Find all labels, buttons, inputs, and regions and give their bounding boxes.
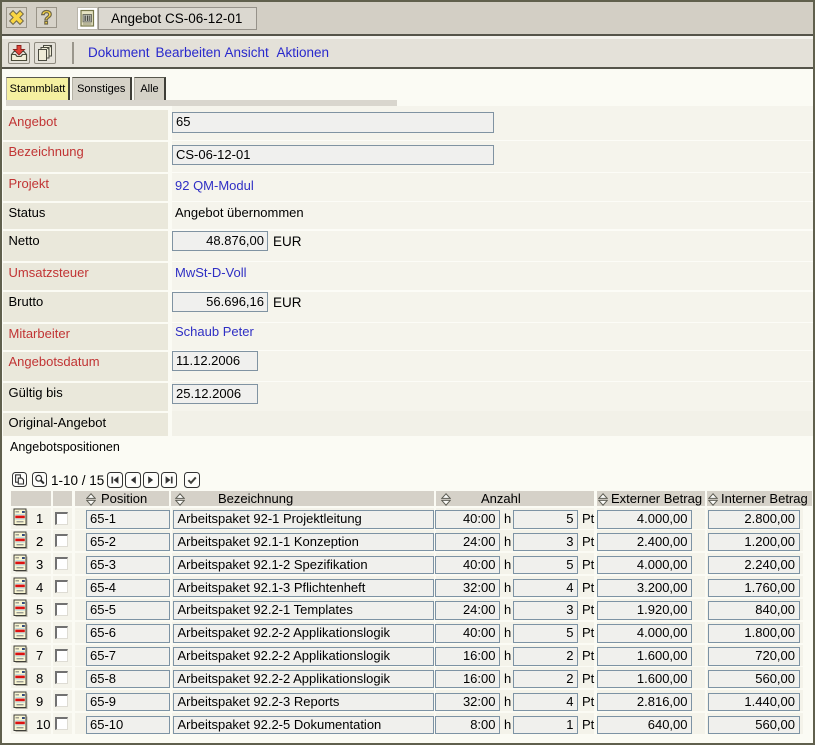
svg-text:?: ? <box>41 8 53 27</box>
